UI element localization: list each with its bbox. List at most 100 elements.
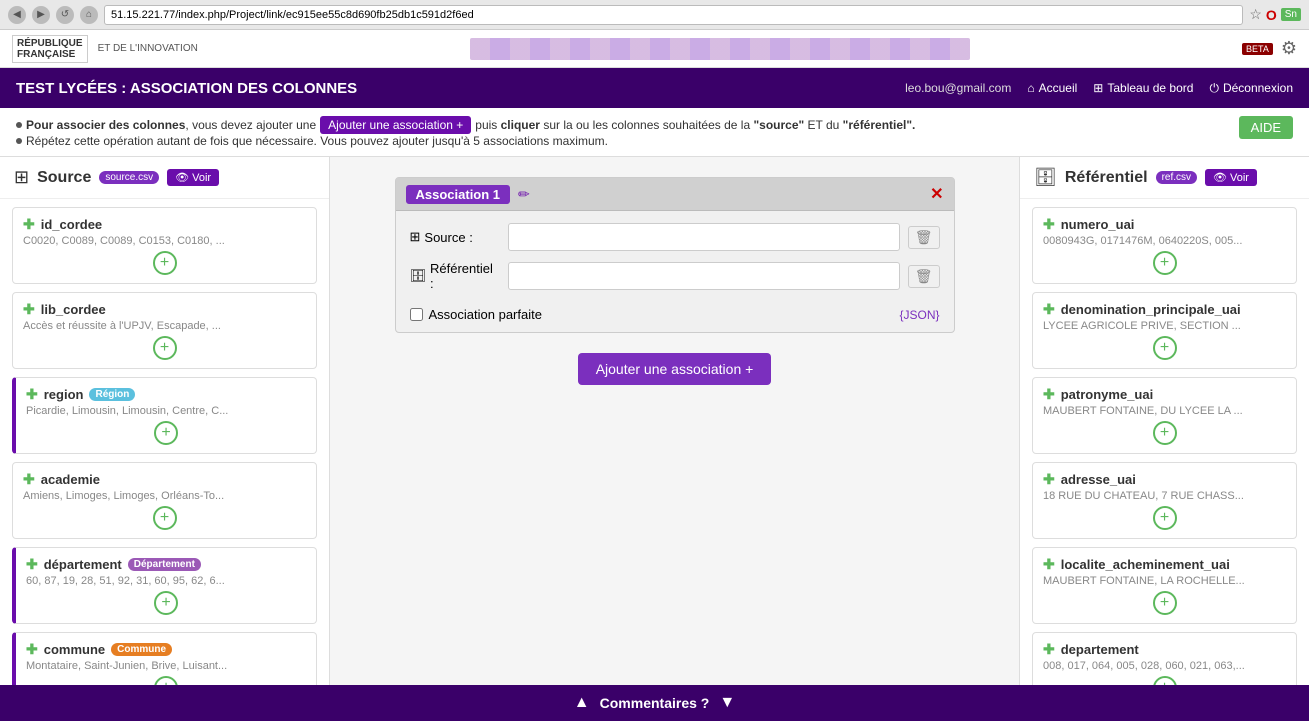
home-button[interactable]: ⌂ (80, 6, 98, 24)
nav-links: ⌂ Accueil ⊞ Tableau de bord ⏻ Déconnexio… (1027, 81, 1293, 96)
ref-column-denomination[interactable]: ✚ denomination_principale_uai LYCEE AGRI… (1032, 292, 1297, 369)
info-lines: Pour associer des colonnes, vous devez a… (16, 116, 1239, 148)
assoc-source-row: ⊞ Source : 🗑 (410, 223, 940, 251)
region-tag-badge: Région (89, 388, 135, 401)
ref-column-patronyme[interactable]: ✚ patronyme_uai MAUBERT FONTAINE, DU LYC… (1032, 377, 1297, 454)
ref-column-departement[interactable]: ✚ departement 008, 017, 064, 005, 028, 0… (1032, 632, 1297, 685)
plus-icon-lib: ✚ (23, 301, 35, 318)
assoc-json-link[interactable]: {JSON} (899, 308, 939, 322)
assoc-edit-icon[interactable]: ✏ (518, 186, 530, 203)
col-preview-uai: 0080943G, 0171476M, 0640220S, 005... (1043, 235, 1286, 247)
col-name-id: id_cordee (41, 217, 102, 232)
col-preview-patron: MAUBERT FONTAINE, DU LYCEE LA ... (1043, 405, 1286, 417)
add-association-inline-button[interactable]: Ajouter une association + (320, 116, 471, 134)
col-name-academie: academie (41, 472, 100, 487)
assoc-card-header: Association 1 ✏ ✕ (396, 178, 954, 211)
info-bar: Pour associer des colonnes, vous devez a… (0, 108, 1309, 157)
add-association-button[interactable]: Ajouter une association + (578, 353, 772, 385)
ref-column-adresse[interactable]: ✚ adresse_uai 18 RUE DU CHATEAU, 7 RUE C… (1032, 462, 1297, 539)
col-preview-adresse: 18 RUE DU CHATEAU, 7 RUE CHASS... (1043, 490, 1286, 502)
source-column-departement[interactable]: ✚ département Département 60, 87, 19, 28… (12, 547, 317, 624)
browser-bar: ◀ ▶ ↺ ⌂ ☆ O Sn (0, 0, 1309, 30)
add-circle-id[interactable]: + (153, 251, 177, 275)
refresh-button[interactable]: ↺ (56, 6, 74, 24)
source-column-lib-cordee[interactable]: ✚ lib_cordee Accès et réussite à l'UPJV,… (12, 292, 317, 369)
source-panel: ⊞ Source source.csv 👁 Voir ✚ id_cordee C… (0, 157, 330, 685)
add-circle-refdept[interactable]: + (1153, 676, 1177, 685)
plus-icon-denom: ✚ (1043, 301, 1055, 318)
col-name-patron: patronyme_uai (1061, 387, 1153, 402)
source-voir-button[interactable]: 👁 Voir (167, 169, 219, 186)
deconnexion-link[interactable]: ⏻ Déconnexion (1209, 81, 1293, 96)
ref-panel: 🗄 Référentiel ref.csv 👁 Voir ✚ numero_ua… (1019, 157, 1309, 685)
add-circle-lib[interactable]: + (153, 336, 177, 360)
accueil-link[interactable]: ⌂ Accueil (1027, 81, 1077, 95)
source-column-commune[interactable]: ✚ commune Commune Montataire, Saint-Juni… (12, 632, 317, 685)
add-circle-local[interactable]: + (1153, 591, 1177, 615)
decorative-bar (470, 38, 970, 60)
opera-icon[interactable]: O (1266, 7, 1277, 23)
source-column-id-cordee[interactable]: ✚ id_cordee C0020, C0089, C0089, C0153, … (12, 207, 317, 284)
assoc-ref-input[interactable] (508, 262, 900, 290)
arrow-down-icon: ▼ (719, 694, 735, 712)
source-grid-icon: ⊞ (14, 167, 29, 188)
comments-bar[interactable]: ▲ Commentaires ? ▼ (0, 685, 1309, 721)
plus-icon-patron: ✚ (1043, 386, 1055, 403)
plus-icon-dept: ✚ (26, 556, 38, 573)
add-circle-adresse[interactable]: + (1153, 506, 1177, 530)
source-row-icon: ⊞ (410, 229, 421, 245)
arrow-up-icon: ▲ (574, 694, 590, 712)
plus-icon-id: ✚ (23, 216, 35, 233)
assoc-ref-delete-button[interactable]: 🗑 (908, 265, 940, 288)
grid-icon: ⊞ (1093, 81, 1103, 95)
source-column-academie[interactable]: ✚ academie Amiens, Limoges, Limoges, Orl… (12, 462, 317, 539)
col-name-denom: denomination_principale_uai (1061, 302, 1241, 317)
col-preview-local: MAUBERT FONTAINE, LA ROCHELLE... (1043, 575, 1286, 587)
assoc-close-button[interactable]: ✕ (930, 184, 943, 204)
ref-file-badge: ref.csv (1156, 171, 1197, 184)
assoc-ref-label: 🗄 Référentiel : (410, 261, 500, 291)
plus-icon-commune: ✚ (26, 641, 38, 658)
info-bar-row: Pour associer des colonnes, vous devez a… (16, 116, 1293, 148)
assoc-parfaite-checkbox[interactable] (410, 308, 423, 321)
assoc-body: ⊞ Source : 🗑 🗄 Référentiel : 🗑 (396, 211, 954, 303)
info-line-1: Pour associer des colonnes, vous devez a… (16, 116, 1239, 134)
logo-right: BETA ⚙ (1242, 38, 1297, 59)
tableau-link[interactable]: ⊞ Tableau de bord (1093, 81, 1193, 95)
middle-panel: Association 1 ✏ ✕ ⊞ Source : 🗑 🗄 (330, 157, 1019, 685)
settings-icon[interactable]: ⚙ (1281, 38, 1297, 59)
forward-button[interactable]: ▶ (32, 6, 50, 24)
back-button[interactable]: ◀ (8, 6, 26, 24)
bullet-1 (16, 122, 22, 128)
plus-icon-local: ✚ (1043, 556, 1055, 573)
logo-left: RÉPUBLIQUEFRANÇAISE (12, 35, 88, 63)
ref-panel-header: 🗄 Référentiel ref.csv 👁 Voir (1020, 157, 1309, 199)
ref-panel-title: Référentiel (1065, 169, 1148, 187)
home-icon: ⌂ (1027, 81, 1034, 95)
ref-column-localite[interactable]: ✚ localite_acheminement_uai MAUBERT FONT… (1032, 547, 1297, 624)
ref-column-numero-uai[interactable]: ✚ numero_uai 0080943G, 0171476M, 0640220… (1032, 207, 1297, 284)
assoc-footer: Association parfaite {JSON} (396, 303, 954, 332)
add-circle-denom[interactable]: + (1153, 336, 1177, 360)
source-file-badge: source.csv (99, 171, 159, 184)
add-circle-commune[interactable]: + (154, 676, 178, 685)
bookmark-icon[interactable]: ☆ (1249, 6, 1262, 23)
add-circle-region[interactable]: + (154, 421, 178, 445)
ref-voir-button[interactable]: 👁 Voir (1205, 169, 1257, 186)
commune-tag-badge: Commune (111, 643, 172, 656)
url-bar[interactable] (104, 5, 1243, 25)
aide-button[interactable]: AIDE (1239, 116, 1293, 139)
ext-badge: Sn (1281, 8, 1301, 21)
assoc-source-delete-button[interactable]: 🗑 (908, 226, 940, 249)
add-circle-academie[interactable]: + (153, 506, 177, 530)
assoc-source-input[interactable] (508, 223, 900, 251)
col-preview-refdept: 008, 017, 064, 005, 028, 060, 021, 063,.… (1043, 660, 1286, 672)
add-circle-patron[interactable]: + (1153, 421, 1177, 445)
assoc-parfaite-label: Association parfaite (429, 307, 542, 322)
info-text-1a: Pour associer des colonnes, vous devez a… (26, 118, 316, 132)
logo-bar: RÉPUBLIQUEFRANÇAISE ET DE L'INNOVATION B… (0, 30, 1309, 68)
power-icon: ⏻ (1209, 81, 1219, 96)
add-circle-dept[interactable]: + (154, 591, 178, 615)
add-circle-uai[interactable]: + (1153, 251, 1177, 275)
source-column-region[interactable]: ✚ region Région Picardie, Limousin, Limo… (12, 377, 317, 454)
